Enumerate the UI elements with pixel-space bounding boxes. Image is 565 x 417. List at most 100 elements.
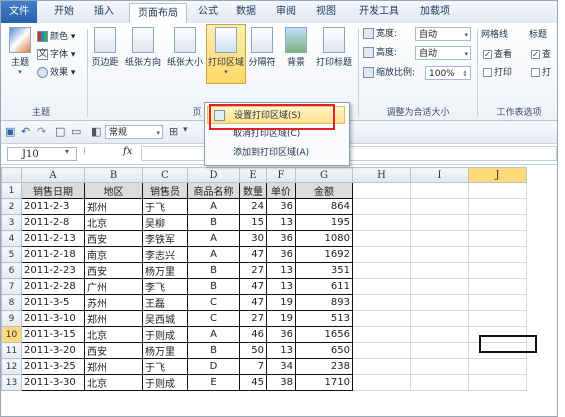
format-icon[interactable]: ◧	[91, 125, 101, 138]
column-header-j[interactable]: J	[468, 167, 527, 183]
cell-d10[interactable]: A	[187, 326, 240, 343]
cell-a1[interactable]: 销售日期	[21, 182, 85, 199]
new-file-icon[interactable]: □	[55, 125, 65, 138]
colors-button[interactable]: 颜色 ▾	[37, 29, 75, 45]
cell-f3[interactable]: 13	[266, 214, 296, 231]
cell-e13[interactable]: 45	[239, 374, 267, 391]
cell-e8[interactable]: 47	[239, 294, 267, 311]
width-select[interactable]: 自动 ▾	[415, 27, 471, 41]
cell-f13[interactable]: 38	[266, 374, 296, 391]
cell-g7[interactable]: 611	[295, 278, 353, 295]
row-header-6[interactable]: 6	[1, 262, 22, 279]
cell-d6[interactable]: B	[187, 262, 240, 279]
cell-g13[interactable]: 1710	[295, 374, 353, 391]
cell-b12[interactable]: 郑州	[84, 358, 143, 375]
save-icon[interactable]: ▣	[5, 125, 15, 138]
cell-h9[interactable]	[352, 310, 411, 327]
column-header-f[interactable]: F	[266, 167, 296, 183]
row-header-2[interactable]: 2	[1, 198, 22, 215]
column-header-e[interactable]: E	[239, 167, 267, 183]
cell-g5[interactable]: 1692	[295, 246, 353, 263]
cell-d13[interactable]: E	[187, 374, 240, 391]
cell-c8[interactable]: 王磊	[142, 294, 188, 311]
cell-h13[interactable]	[352, 374, 411, 391]
cell-b7[interactable]: 广州	[84, 278, 143, 295]
cell-b11[interactable]: 西安	[84, 342, 143, 359]
cell-j12[interactable]	[468, 358, 527, 375]
cell-a10[interactable]: 2011-3-15	[21, 326, 85, 343]
cell-c10[interactable]: 于则成	[142, 326, 188, 343]
cell-b3[interactable]: 北京	[84, 214, 143, 231]
cell-g11[interactable]: 650	[295, 342, 353, 359]
cell-b10[interactable]: 北京	[84, 326, 143, 343]
select-all-corner[interactable]	[1, 167, 22, 183]
cell-a2[interactable]: 2011-2-3	[21, 198, 85, 215]
chevron-down-icon[interactable]: ▾	[65, 147, 69, 156]
cell-e2[interactable]: 24	[239, 198, 267, 215]
row-header-3[interactable]: 3	[1, 214, 22, 231]
cell-c4[interactable]: 李铁军	[142, 230, 188, 247]
cell-i9[interactable]	[410, 310, 469, 327]
cell-i6[interactable]	[410, 262, 469, 279]
cell-d7[interactable]: B	[187, 278, 240, 295]
cell-f11[interactable]: 13	[266, 342, 296, 359]
cell-c2[interactable]: 于飞	[142, 198, 188, 215]
orientation-button[interactable]: 纸张方向	[123, 27, 163, 68]
cell-e11[interactable]: 50	[239, 342, 267, 359]
column-header-h[interactable]: H	[352, 167, 411, 183]
cell-h10[interactable]	[352, 326, 411, 343]
cell-j13[interactable]	[468, 374, 527, 391]
column-header-d[interactable]: D	[187, 167, 240, 183]
cell-i5[interactable]	[410, 246, 469, 263]
table-format-icon[interactable]: ⊞	[169, 125, 178, 138]
active-cell-j10[interactable]	[479, 335, 537, 353]
tab-view[interactable]: 视图	[309, 1, 343, 23]
cell-d1[interactable]: 商品名称	[187, 182, 240, 199]
size-button[interactable]: 纸张大小	[165, 27, 205, 68]
cell-c5[interactable]: 李志兴	[142, 246, 188, 263]
cell-e1[interactable]: 数量	[239, 182, 267, 199]
cell-c11[interactable]: 杨万里	[142, 342, 188, 359]
row-header-1[interactable]: 1	[1, 182, 22, 199]
tab-formulas[interactable]: 公式	[191, 1, 225, 23]
cell-g4[interactable]: 1080	[295, 230, 353, 247]
cell-d2[interactable]: A	[187, 198, 240, 215]
cell-c3[interactable]: 吴柳	[142, 214, 188, 231]
headings-view-checkbox[interactable]: ✓ 查	[531, 47, 551, 63]
cell-g6[interactable]: 351	[295, 262, 353, 279]
cell-e12[interactable]: 7	[239, 358, 267, 375]
scale-stepper[interactable]: 100% ⇕	[425, 66, 471, 80]
tab-review[interactable]: 审阅	[269, 1, 303, 23]
cell-b1[interactable]: 地区	[84, 182, 143, 199]
row-header-11[interactable]: 11	[1, 342, 22, 359]
cell-b6[interactable]: 西安	[84, 262, 143, 279]
cell-g1[interactable]: 金额	[295, 182, 353, 199]
cell-j7[interactable]	[468, 278, 527, 295]
cell-i1[interactable]	[410, 182, 469, 199]
cell-a8[interactable]: 2011-3-5	[21, 294, 85, 311]
effects-button[interactable]: 效果 ▾	[37, 65, 75, 81]
cell-g8[interactable]: 893	[295, 294, 353, 311]
height-select[interactable]: 自动 ▾	[415, 46, 471, 60]
gridlines-view-checkbox[interactable]: ✓ 查看	[483, 47, 512, 63]
cell-d9[interactable]: C	[187, 310, 240, 327]
column-header-b[interactable]: B	[84, 167, 143, 183]
cell-i7[interactable]	[410, 278, 469, 295]
cell-j5[interactable]	[468, 246, 527, 263]
cell-b2[interactable]: 郑州	[84, 198, 143, 215]
row-header-13[interactable]: 13	[1, 374, 22, 391]
cell-g10[interactable]: 1656	[295, 326, 353, 343]
cell-i2[interactable]	[410, 198, 469, 215]
cell-i12[interactable]	[410, 358, 469, 375]
cell-e4[interactable]: 30	[239, 230, 267, 247]
customize-toolbar-icon[interactable]: ▾	[183, 125, 188, 135]
cell-j4[interactable]	[468, 230, 527, 247]
menu-item-add-to-print-area[interactable]: 添加到打印区域(A)	[207, 144, 345, 162]
cell-h3[interactable]	[352, 214, 411, 231]
cell-f2[interactable]: 36	[266, 198, 296, 215]
cell-d8[interactable]: C	[187, 294, 240, 311]
fx-icon[interactable]: fx	[123, 146, 132, 157]
cell-f7[interactable]: 13	[266, 278, 296, 295]
cell-d4[interactable]: A	[187, 230, 240, 247]
cell-j8[interactable]	[468, 294, 527, 311]
